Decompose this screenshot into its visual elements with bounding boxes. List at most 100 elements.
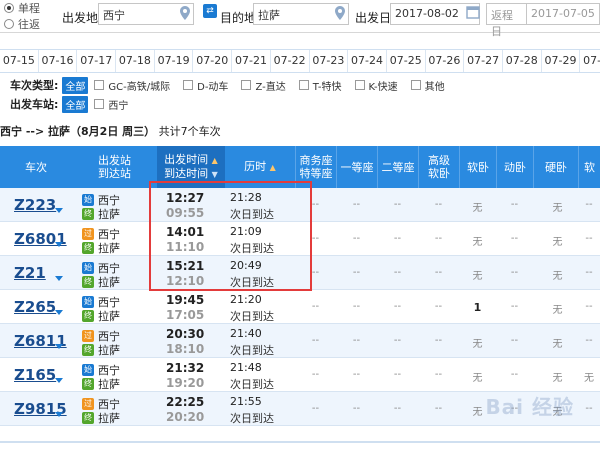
table-row: Z223 始西宁终拉萨 12:27 09:55 21:28 次日到达 -- -- -- -- 无 --… (0, 188, 600, 222)
train-number-link[interactable]: Z9815 (14, 400, 67, 434)
date-tab[interactable]: 07-23 (310, 50, 349, 72)
checkbox-icon[interactable] (94, 80, 105, 90)
expand-triangle-icon[interactable] (55, 276, 63, 281)
return-input[interactable]: 2017-07-05 (526, 3, 600, 25)
date-tab[interactable]: 07-16 (39, 50, 78, 72)
seat-availability: 无 (552, 271, 563, 282)
expand-triangle-icon[interactable] (55, 378, 63, 383)
col-business-top: 商务座 (299, 154, 333, 167)
arrive-note: 次日到达 (230, 412, 274, 425)
station-option-label: 西宁 (108, 100, 129, 112)
date-tab[interactable]: 07-19 (155, 50, 194, 72)
swap-icon[interactable]: ⇄ (203, 4, 217, 18)
seat-availability: 无 (472, 203, 483, 214)
date-tab[interactable]: 07-28 (503, 50, 542, 72)
arrive-note: 次日到达 (230, 276, 274, 289)
date-tab[interactable]: 07-27 (464, 50, 503, 72)
station-option[interactable]: 西宁 (94, 97, 128, 112)
col-business-bottom: 特等座 (299, 167, 333, 180)
station-tag-icon: 终 (82, 208, 94, 220)
seat-availability: -- (352, 369, 361, 380)
location-pin-icon[interactable] (335, 6, 345, 20)
seat-availability: -- (352, 403, 361, 414)
depart-time: 22:25 (166, 395, 205, 409)
date-tab[interactable]: 07-30 (580, 50, 600, 72)
train-type-label: 车次类型: (10, 79, 59, 92)
seat-availability: -- (585, 233, 593, 244)
seat-availability: 无 (472, 373, 483, 384)
checkbox-icon[interactable] (94, 99, 105, 109)
checkbox-icon[interactable] (241, 80, 252, 90)
col-time-sort[interactable]: 出发时间 ▲ 到达时间 ▼ (157, 146, 225, 188)
expand-triangle-icon[interactable] (55, 310, 63, 315)
date-strip: 07-15 07-16 07-17 07-18 07-19 07-20 07-21 07-22… (0, 49, 600, 73)
col-hard-sleeper: 硬卧 (533, 146, 578, 188)
seat-availability: -- (434, 403, 443, 414)
date-tab[interactable]: 07-18 (116, 50, 155, 72)
search-bar: 单程 往返 出发地 西宁 ⇄ 目的地 拉萨 出发日 2017-08-02 返程日… (0, 0, 600, 38)
to-station: 终拉萨 (82, 376, 120, 392)
seat-availability: -- (393, 267, 402, 278)
col-moving-sleeper-label: 动卧 (504, 160, 526, 174)
expand-triangle-icon[interactable] (55, 208, 63, 213)
seat-availability: -- (352, 301, 361, 312)
date-tab[interactable]: 07-26 (426, 50, 465, 72)
col-first-label: 一等座 (340, 160, 374, 174)
trip-single-radio[interactable]: 单程 (4, 0, 56, 16)
date-tab[interactable]: 07-24 (348, 50, 387, 72)
train-type-option[interactable]: D-动车 (183, 78, 228, 93)
train-type-option[interactable]: GC-高铁/城际 (94, 78, 170, 93)
date-tab[interactable]: 07-29 (542, 50, 581, 72)
col-train-label: 车次 (25, 160, 47, 174)
table-bottom-border (0, 441, 600, 443)
seat-availability: 无 (584, 373, 594, 384)
train-type-option[interactable]: K-快速 (354, 78, 398, 93)
station-tag-icon: 终 (82, 378, 94, 390)
seat-availability: -- (352, 233, 361, 244)
seat-availability: -- (393, 335, 402, 346)
checkbox-icon[interactable] (354, 80, 365, 90)
checkbox-icon[interactable] (298, 80, 309, 90)
depart-time: 19:45 (166, 293, 205, 307)
to-station: 终拉萨 (82, 240, 120, 256)
train-type-option[interactable]: T-特快 (298, 78, 342, 93)
date-tab[interactable]: 07-22 (271, 50, 310, 72)
expand-triangle-icon[interactable] (55, 412, 63, 417)
depart-time: 21:32 (166, 361, 205, 375)
date-tab[interactable]: 07-17 (77, 50, 117, 72)
station-tag-icon: 终 (82, 242, 94, 254)
train-type-option-label: T-特快 (312, 81, 342, 93)
col-duration[interactable]: 历时 ▲ (225, 146, 295, 188)
train-type-option[interactable]: Z-直达 (241, 78, 286, 93)
expand-triangle-icon[interactable] (55, 344, 63, 349)
seat-availability: -- (352, 335, 361, 346)
station-all-button[interactable]: 全部 (62, 95, 89, 113)
checkbox-icon[interactable] (183, 80, 194, 90)
date-tab[interactable]: 07-25 (387, 50, 426, 72)
train-type-option[interactable]: 其他 (410, 78, 445, 93)
arrive-note: 次日到达 (230, 378, 274, 391)
arrive-note: 次日到达 (230, 344, 274, 357)
table-row: Z265 始西宁终拉萨 19:45 17:05 21:20 次日到达 -- -- -- -- 1 --… (0, 290, 600, 324)
col-train[interactable]: 车次 (0, 146, 72, 188)
location-pin-icon[interactable] (180, 6, 190, 20)
trip-round-radio[interactable]: 往返 (4, 16, 56, 32)
sort-down-icon: ▼ (211, 170, 218, 179)
col-senior: 高级 软卧 (418, 146, 459, 188)
arrive-time: 12:10 (166, 274, 205, 288)
train-type-all-button[interactable]: 全部 (62, 76, 89, 94)
calendar-icon[interactable] (466, 5, 480, 19)
train-count: 共计7个车次 (158, 125, 221, 138)
table-row: Z6801 过西宁终拉萨 14:01 11:10 21:09 次日到达 -- -- -- -- 无 -… (0, 222, 600, 256)
date-tab[interactable]: 07-20 (193, 50, 233, 72)
checkbox-icon[interactable] (410, 80, 421, 90)
seat-availability: -- (510, 199, 519, 210)
col-second-label: 二等座 (381, 160, 415, 174)
expand-triangle-icon[interactable] (55, 242, 63, 247)
station-tag-icon: 终 (82, 344, 94, 356)
seat-availability: 无 (472, 271, 483, 282)
station-tag-icon: 始 (82, 296, 94, 308)
date-tab[interactable]: 07-15 (0, 50, 39, 72)
duration: 21:48 (230, 361, 262, 374)
date-tab[interactable]: 07-21 (232, 50, 271, 72)
